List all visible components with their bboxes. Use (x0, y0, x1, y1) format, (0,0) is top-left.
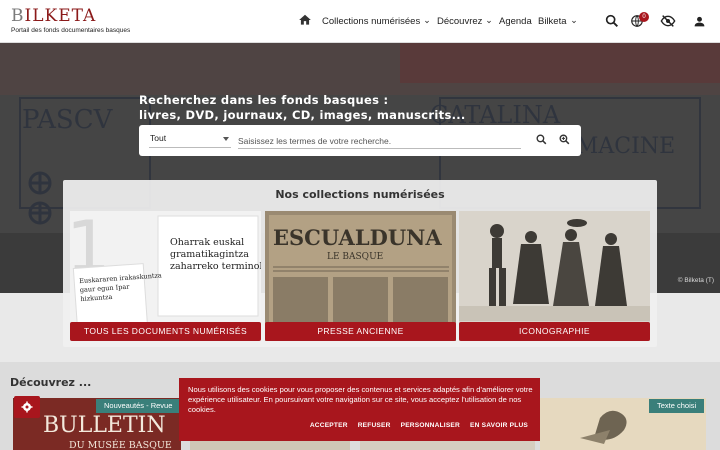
cookie-accept-button[interactable]: ACCEPTER (310, 422, 348, 429)
nav-discover[interactable]: Découvrez (437, 0, 493, 43)
all-documents-button[interactable]: TOUS LES DOCUMENTS NUMÉRISÉS (70, 322, 261, 341)
collection-card-iconography[interactable]: ICONOGRAPHIE (459, 211, 650, 341)
home-icon[interactable] (298, 13, 312, 27)
cookie-gear-icon (21, 401, 33, 413)
discover-title: Découvrez ... (10, 376, 92, 389)
iconography-button[interactable]: ICONOGRAPHIE (459, 322, 650, 341)
nav-collections-label: Collections numérisées (322, 16, 421, 27)
tag-new-review: Nouveautés - Revue (96, 399, 181, 413)
old-press-button[interactable]: PRESSE ANCIENNE (265, 322, 456, 341)
search-heading: Recherchez dans les fonds basques : livr… (139, 93, 466, 123)
cookie-customize-button[interactable]: PERSONNALISER (401, 422, 460, 429)
newspaper-subtitle: LE BASQUE (327, 252, 383, 262)
search-scope-value: Tout (150, 133, 167, 143)
collection-card-old-press[interactable]: ESCUALDUNA LE BASQUE PRESSE ANCIENNE (265, 211, 456, 341)
book-title-line-2: gramatikagintza (170, 249, 249, 260)
book-title-line-3: zaharreko terminologiaz (170, 261, 261, 272)
user-icon[interactable] (693, 15, 706, 28)
chevron-down-icon (487, 20, 492, 23)
cookie-settings-button[interactable] (14, 396, 40, 418)
bulletin-title: BULLETIN (43, 413, 166, 438)
advanced-search-icon[interactable] (558, 133, 571, 146)
notification-badge: 0 (639, 12, 649, 22)
search-icon[interactable] (604, 13, 620, 29)
cookie-refuse-button[interactable]: REFUSER (358, 422, 391, 429)
chevron-down-icon (571, 20, 576, 23)
logo-subtitle: Portail des fonds documentaires basques (11, 27, 131, 34)
book-title-line-1: Oharrak euskal (170, 237, 244, 248)
nav-bilketa-label: Bilketa (538, 16, 567, 27)
nav-agenda[interactable]: Agenda (499, 0, 532, 43)
nav-collections[interactable]: Collections numérisées (322, 0, 431, 43)
search-heading-line-1: Recherchez dans les fonds basques : (139, 93, 389, 107)
collections-title: Nos collections numérisées (275, 188, 445, 201)
logo-wordmark: ILKETA (24, 6, 97, 26)
chevron-down-icon (425, 20, 430, 23)
tag-chosen-text: Texte choisi (649, 399, 705, 413)
search-scope-select[interactable]: Tout (149, 133, 231, 148)
nav-agenda-label: Agenda (499, 16, 532, 27)
newspaper-title: ESCUALDUNA (273, 225, 442, 250)
cookie-banner: Nous utilisons des cookies pour vous pro… (179, 378, 540, 441)
logo-first-letter: B (11, 6, 25, 26)
cookie-actions: ACCEPTER REFUSER PERSONNALISER EN SAVOIR… (179, 422, 540, 429)
bulletin-subtitle: DU MUSÉE BASQUE (69, 439, 172, 450)
site-logo[interactable]: BILKETA Portail des fonds documentaires … (11, 6, 130, 34)
eye-off-icon[interactable] (660, 13, 676, 29)
search-input[interactable] (238, 133, 521, 149)
collection-card-all-documents[interactable]: 1 Oharrak euskal gramatikagintza zaharre… (70, 211, 261, 341)
caret-down-icon (223, 137, 229, 141)
search-heading-line-2: livres, DVD, journaux, CD, images, manus… (139, 108, 466, 122)
nav-bilketa[interactable]: Bilketa (538, 0, 578, 43)
site-header: BILKETA Portail des fonds documentaires … (0, 0, 720, 43)
cookie-learn-more-link[interactable]: EN SAVOIR PLUS (470, 422, 528, 429)
hero-credit: © Bilketa (T) (677, 277, 714, 284)
nav-discover-label: Découvrez (437, 16, 483, 27)
cookie-message: Nous utilisons des cookies pour vous pro… (188, 385, 533, 414)
search-icon[interactable] (535, 133, 548, 146)
